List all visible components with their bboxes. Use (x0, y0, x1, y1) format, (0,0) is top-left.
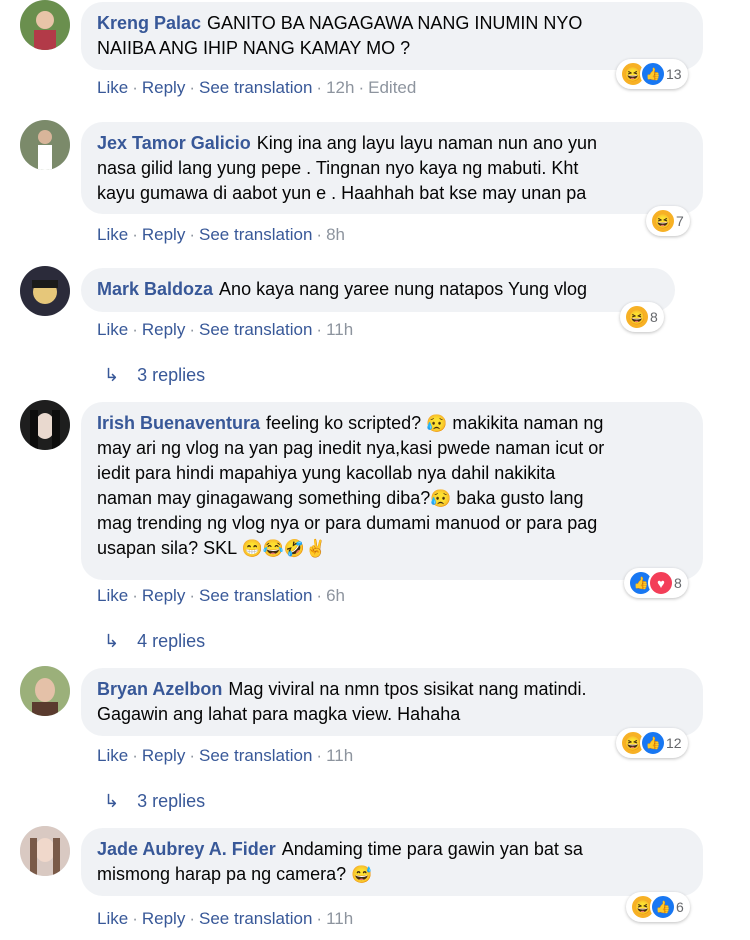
comment-text: naman may ginagawang something diba? (97, 488, 431, 508)
confused-emoji: 😥 (430, 489, 452, 508)
comment-bubble: Kreng Palac GANITO BA NAGAGAWA NANG INUMI… (81, 2, 703, 70)
replies-count: 3 replies (137, 365, 206, 385)
edited-label[interactable]: Edited (368, 78, 416, 97)
commenter-name[interactable]: Jex Tamor Galicio (97, 133, 251, 153)
comment-text: may ari ng vlog na yan pag inedit nya,ka… (97, 438, 605, 458)
reaction-count: 6 (676, 899, 684, 915)
like-link[interactable]: Like (97, 78, 128, 97)
commenter-name[interactable]: Bryan Azelbon (97, 679, 222, 699)
reaction-summary[interactable]: 👍 ♥ 8 (624, 568, 688, 598)
comment-time[interactable]: 8h (326, 225, 345, 244)
comment-bubble: Jade Aubrey A. Fider Andaming time para g… (81, 828, 703, 896)
comment-actions: Like · Reply · See translation · 11h (97, 909, 354, 928)
avatar[interactable] (20, 826, 70, 876)
like-link[interactable]: Like (97, 909, 128, 928)
confused-emoji: 😥 (426, 414, 448, 433)
comment-bubble: Jex Tamor Galicio King ina ang layu layu … (81, 122, 703, 214)
see-translation-link[interactable]: See translation (199, 909, 312, 928)
haha-icon: 😆 (650, 208, 676, 234)
reply-link[interactable]: Reply (142, 909, 185, 928)
love-icon: ♥ (648, 570, 674, 596)
sweat-smile-emoji: 😅 (351, 865, 373, 884)
comment-text: King ina ang layu layu naman nun ano yun (256, 133, 597, 153)
comment-actions: Like · Reply · See translation · 6h (97, 586, 345, 605)
comment-time[interactable]: 11h (326, 320, 353, 339)
reaction-summary[interactable]: 😆 👍 12 (616, 728, 688, 758)
like-icon: 👍 (640, 61, 666, 87)
like-icon: 👍 (640, 730, 666, 756)
comment-text: GANITO BA NAGAGAWA NANG INUMIN NYO (207, 13, 583, 33)
commenter-name[interactable]: Jade Aubrey A. Fider (97, 839, 276, 859)
comment-text: mismong harap pa ng camera? (97, 864, 347, 884)
see-translation-link[interactable]: See translation (199, 225, 312, 244)
comment-actions: Like · Reply · See translation · 12h · Edited (97, 78, 417, 97)
reply-link[interactable]: Reply (142, 320, 185, 339)
reply-arrow-icon: ↳ (104, 791, 120, 811)
reaction-summary[interactable]: 😆 8 (620, 302, 664, 332)
replies-count: 3 replies (137, 791, 206, 811)
avatar[interactable] (20, 400, 70, 450)
reaction-count: 8 (674, 575, 682, 591)
like-link[interactable]: Like (97, 320, 128, 339)
comment-bubble: Irish Buenaventura feeling ko scripted? 😥… (81, 402, 703, 580)
like-link[interactable]: Like (97, 746, 128, 765)
avatar[interactable] (20, 666, 70, 716)
comment-time[interactable]: 6h (326, 586, 345, 605)
comment-text: makikita naman ng (452, 413, 604, 433)
comment-actions: Like · Reply · See translation · 11h (97, 320, 354, 339)
see-translation-link[interactable]: See translation (199, 586, 312, 605)
comment-time[interactable]: 12h (326, 78, 354, 97)
comment-text: NAIIBA ANG IHIP NANG KAMAY MO ? (97, 38, 411, 58)
reaction-count: 12 (666, 735, 682, 751)
comment-text: kayu gumawa di aabot yun e . Haahhah bat… (97, 183, 587, 203)
commenter-name[interactable]: Irish Buenaventura (97, 413, 260, 433)
reaction-count: 13 (666, 66, 682, 82)
reaction-summary[interactable]: 😆 👍 6 (626, 892, 690, 922)
comment-text: mag trending ng vlog nya or para dumami … (97, 513, 598, 533)
reaction-summary[interactable]: 😆 👍 13 (616, 59, 688, 89)
comment-text: Andaming time para gawin yan bat sa (281, 839, 583, 859)
view-replies-link[interactable]: ↳ 3 replies (104, 363, 205, 387)
view-replies-link[interactable]: ↳ 4 replies (104, 629, 205, 653)
comment-actions: Like · Reply · See translation · 8h (97, 225, 345, 244)
see-translation-link[interactable]: See translation (199, 320, 312, 339)
see-translation-link[interactable]: See translation (199, 746, 312, 765)
comment-text: usapan sila? SKL (97, 538, 237, 558)
replies-count: 4 replies (137, 631, 206, 651)
commenter-name[interactable]: Kreng Palac (97, 13, 201, 33)
reply-link[interactable]: Reply (142, 746, 185, 765)
view-replies-link[interactable]: ↳ 3 replies (104, 789, 205, 813)
comment-bubble: Bryan Azelbon Mag viviral na nmn tpos sis… (81, 668, 703, 736)
like-icon: 👍 (650, 894, 676, 920)
reaction-summary[interactable]: 😆 7 (646, 206, 690, 236)
comment-text: iedit para hindi mapahiya yung kacollab … (97, 463, 556, 483)
comment-bubble: Mark Baldoza Ano kaya nang yaree nung nat… (81, 268, 675, 312)
comment-time[interactable]: 11h (326, 746, 353, 765)
avatar[interactable] (20, 0, 70, 50)
reply-link[interactable]: Reply (142, 225, 185, 244)
reply-link[interactable]: Reply (142, 586, 185, 605)
see-translation-link[interactable]: See translation (199, 78, 312, 97)
comment-text: Mag viviral na nmn tpos sisikat nang mat… (228, 679, 587, 699)
avatar[interactable] (20, 120, 70, 170)
commenter-name[interactable]: Mark Baldoza (97, 279, 213, 299)
comment-text: Ano kaya nang yaree nung natapos Yung vl… (219, 279, 588, 299)
like-link[interactable]: Like (97, 225, 128, 244)
reaction-count: 7 (676, 213, 684, 229)
reply-arrow-icon: ↳ (104, 365, 120, 385)
reply-link[interactable]: Reply (142, 78, 185, 97)
reaction-count: 8 (650, 309, 658, 325)
like-link[interactable]: Like (97, 586, 128, 605)
comment-text: Gagawin ang lahat para magka view. Hahah… (97, 704, 461, 724)
emoji-group: 😁😂🤣✌ (241, 539, 327, 558)
comment-time[interactable]: 11h (326, 909, 353, 928)
avatar[interactable] (20, 266, 70, 316)
comment-text: nasa gilid lang yung pepe . Tingnan nyo … (97, 158, 579, 178)
comment-text: baka gusto lang (456, 488, 584, 508)
comment-actions: Like · Reply · See translation · 11h (97, 746, 354, 765)
comment-text: feeling ko scripted? (266, 413, 422, 433)
reply-arrow-icon: ↳ (104, 631, 120, 651)
haha-icon: 😆 (624, 304, 650, 330)
